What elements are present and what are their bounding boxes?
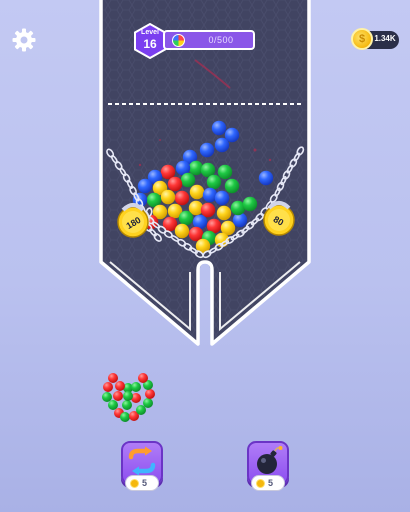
settings-gear-icon[interactable]	[11, 27, 37, 53]
heart-ball	[143, 398, 153, 408]
heart-ball	[102, 392, 112, 402]
coin-count: 1.34K	[374, 34, 396, 43]
ball-red	[167, 176, 183, 192]
heart-ball	[138, 373, 148, 383]
bomb-cost: 5	[268, 478, 274, 488]
coin-icon: $	[351, 28, 373, 50]
ball-green	[178, 210, 194, 226]
ball-green	[180, 172, 196, 188]
heart-ball	[120, 412, 130, 422]
shuffle-icon	[128, 446, 156, 476]
ball-blue	[202, 187, 218, 203]
ball-blue	[199, 142, 215, 158]
heart-ball	[122, 400, 132, 410]
ball-red	[160, 164, 176, 180]
shuffle-cost-badge: 5	[125, 475, 159, 491]
ball-progress-bar: 0/500	[163, 30, 255, 50]
bomb-icon	[257, 446, 283, 474]
bomb-cost-badge: 5	[251, 475, 285, 491]
color-ball-icon	[172, 34, 185, 47]
heart-ball	[115, 381, 125, 391]
ball-yellow	[174, 223, 190, 239]
coin-icon	[130, 479, 139, 488]
ball-green	[217, 164, 233, 180]
heart-ball	[108, 400, 118, 410]
ball-red	[200, 202, 216, 218]
ball-blue	[214, 190, 230, 206]
ball-green	[188, 160, 204, 176]
ball-blue	[137, 178, 153, 194]
ball-green	[242, 196, 258, 212]
shuffle-cost: 5	[142, 478, 148, 488]
ball-red	[188, 226, 204, 242]
coin-icon	[256, 479, 265, 488]
heart-ball	[103, 382, 113, 392]
heart-ball	[131, 382, 141, 392]
ball-blue	[258, 170, 274, 186]
heart-target-shape	[102, 373, 155, 422]
progress-text: 0/500	[208, 35, 234, 45]
heart-ball	[123, 391, 133, 401]
ball-green	[206, 174, 222, 190]
heart-ball	[108, 373, 118, 383]
heart-ball	[113, 391, 123, 401]
ball-red	[174, 190, 190, 206]
level-number: 16	[143, 37, 157, 51]
level-label: Level	[141, 29, 159, 36]
ball-blue	[214, 137, 230, 153]
ball-green	[224, 178, 240, 194]
ball-yellow	[160, 189, 176, 205]
ball-blue	[232, 212, 248, 228]
ball-yellow	[189, 184, 205, 200]
ball-blue	[211, 120, 227, 136]
game-board: 180 80	[99, 0, 311, 422]
ball-yellow	[216, 205, 232, 221]
heart-ball	[145, 389, 155, 399]
